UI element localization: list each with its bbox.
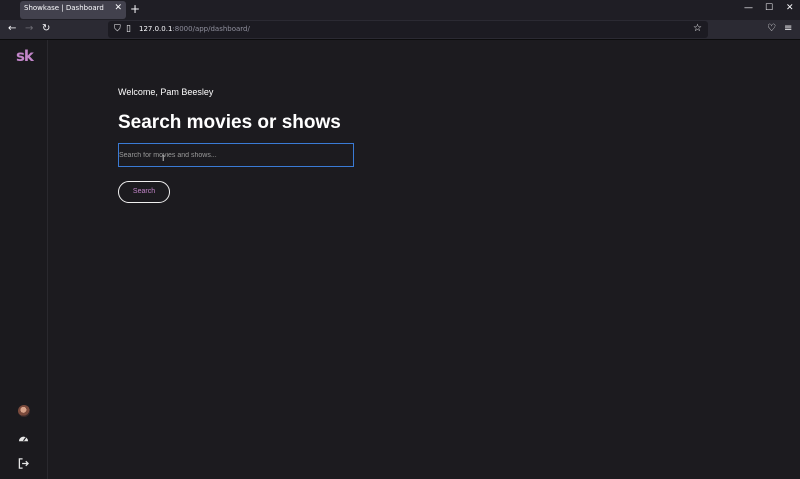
reload-icon[interactable]: ↻ <box>42 23 50 35</box>
back-icon[interactable]: ← <box>8 23 16 35</box>
speedometer-svg <box>18 436 29 442</box>
bookmark-star-icon[interactable]: ☆ <box>693 23 702 34</box>
url-path: :8000/app/dashboard/ <box>172 25 250 33</box>
url-text[interactable]: 127.0.0.1:8000/app/dashboard/ <box>139 25 250 33</box>
app-page: sk Welcome, Pam Beesley Search movies or… <box>0 40 800 479</box>
pocket-icon[interactable]: ♡ <box>767 23 776 34</box>
tab-dashboard[interactable]: Showkase | Dashboard ✕ <box>20 1 126 19</box>
close-icon[interactable]: ✕ <box>786 3 794 13</box>
text-cursor-icon: I <box>162 154 165 163</box>
forward-icon[interactable]: → <box>25 23 33 35</box>
logout-svg <box>18 458 29 469</box>
page-icon[interactable]: ▯ <box>126 24 131 34</box>
page-title: Search movies or shows <box>118 112 341 133</box>
close-icon[interactable]: ✕ <box>114 3 122 13</box>
new-tab-button[interactable]: + <box>130 2 140 16</box>
minimize-icon[interactable]: — <box>744 3 753 13</box>
sidebar: sk <box>0 40 48 479</box>
url-host: 127.0.0.1 <box>139 25 173 33</box>
maximize-icon[interactable]: ☐ <box>765 3 773 13</box>
speedometer-icon[interactable] <box>17 433 30 446</box>
logout-icon[interactable] <box>17 458 30 471</box>
tab-strip: Showkase | Dashboard ✕ + — ☐ ✕ <box>0 0 800 20</box>
search-input[interactable] <box>118 143 354 167</box>
app-logo[interactable]: sk <box>16 47 34 65</box>
navigation-bar: ← → ↻ ⛉ ▯ 127.0.0.1:8000/app/dashboard/ … <box>0 20 800 40</box>
address-bar[interactable]: ⛉ ▯ 127.0.0.1:8000/app/dashboard/ ☆ <box>108 21 708 38</box>
tab-title: Showkase | Dashboard <box>24 4 104 12</box>
user-avatar-icon[interactable] <box>18 405 30 417</box>
shield-icon[interactable]: ⛉ <box>114 24 121 34</box>
search-button[interactable]: Search <box>118 181 170 203</box>
menu-icon[interactable]: ≡ <box>784 23 792 34</box>
welcome-text: Welcome, Pam Beesley <box>118 87 214 97</box>
browser-window: Showkase | Dashboard ✕ + — ☐ ✕ ← → ↻ ⛉ ▯… <box>0 0 800 479</box>
